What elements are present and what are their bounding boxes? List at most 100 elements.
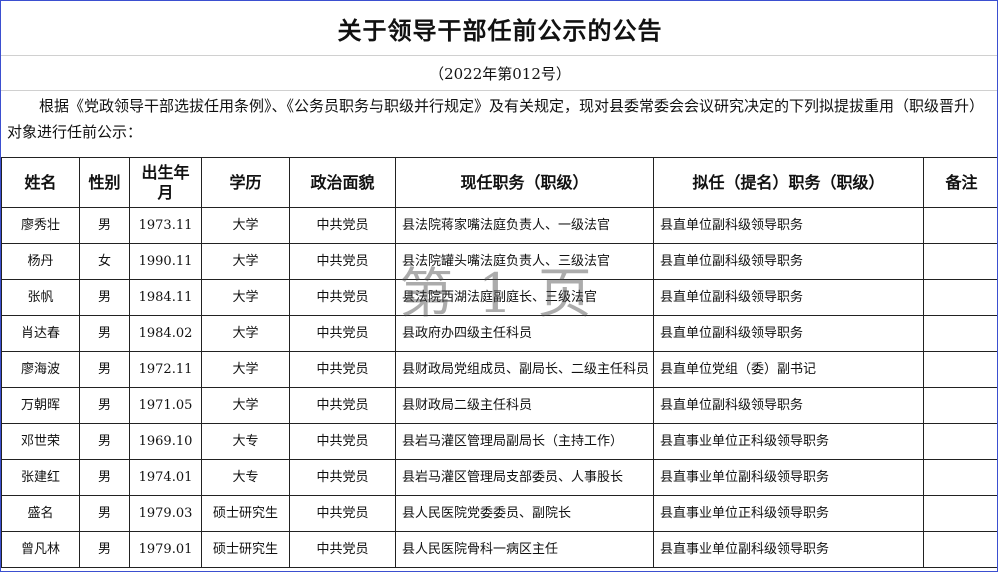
- cell-name: 廖海波: [1, 351, 80, 388]
- cell-education: 大学: [201, 207, 290, 244]
- table-row: 张帆男 1984.11 大学 中共党员 县法院西湖法庭副庭长、三级法官 县直单位副科级领导…: [1, 279, 997, 316]
- cell-gender: 男: [79, 459, 130, 496]
- cell-political-status: 中共党员: [289, 495, 396, 532]
- cell-proposed-position: 县直单位副科级领导职务: [653, 279, 924, 316]
- cell-political-status: 中共党员: [289, 315, 396, 352]
- cell-remarks: [923, 207, 997, 244]
- document-number: （2022年第012号）: [1, 56, 997, 91]
- table-row: 张建红男 1974.01 大专 中共党员 县岩马灌区管理局支部委员、人事股长 县直事业单位…: [1, 459, 997, 496]
- cell-birth: 1984.02: [129, 315, 202, 352]
- cell-political-status: 中共党员: [289, 459, 396, 496]
- cell-name: 曾凡林: [1, 531, 80, 568]
- cell-name: 张建红: [1, 459, 80, 496]
- cell-education: 大学: [201, 315, 290, 352]
- header-education: 学历: [201, 157, 290, 208]
- cell-proposed-position: 县直事业单位正科级领导职务: [653, 495, 924, 532]
- header-current-position: 现任职务（职级）: [395, 157, 654, 208]
- cell-gender: 男: [79, 279, 130, 316]
- cell-name: 廖秀壮: [1, 207, 80, 244]
- cell-birth: 1972.11: [129, 351, 202, 388]
- document-sheet: 关于领导干部任前公示的公告 （2022年第012号） 根据《党政领导干部选拔任用…: [0, 0, 998, 572]
- cell-proposed-position: 县直单位副科级领导职务: [653, 207, 924, 244]
- cell-remarks: [923, 459, 997, 496]
- cell-current-position: 县岩马灌区管理局支部委员、人事股长: [395, 459, 654, 496]
- cell-current-position: 县财政局二级主任科员: [395, 387, 654, 424]
- cell-name: 张帆: [1, 279, 80, 316]
- cell-remarks: [923, 531, 997, 568]
- cell-current-position: 县岩马灌区管理局副局长（主持工作）: [395, 423, 654, 460]
- cell-birth: 1979.01: [129, 531, 202, 568]
- table-row: 万朝晖男 1971.05 大学 中共党员 县财政局二级主任科员 县直单位副科级领导职务: [1, 387, 997, 424]
- cell-political-status: 中共党员: [289, 531, 396, 568]
- cell-gender: 男: [79, 531, 130, 568]
- cell-proposed-position: 县直事业单位副科级领导职务: [653, 531, 924, 568]
- cell-education: 大专: [201, 459, 290, 496]
- header-proposed-position: 拟任（提名）职务（职级）: [653, 157, 924, 208]
- cell-birth: 1971.05: [129, 387, 202, 424]
- cell-birth: 1984.11: [129, 279, 202, 316]
- cell-birth: 1979.03: [129, 495, 202, 532]
- cell-education: 大学: [201, 243, 290, 280]
- cell-remarks: [923, 351, 997, 388]
- table-row: 曾凡林男 1979.01 硕士研究生 中共党员 县人民医院骨科一病区主任 县直事业单位副科…: [1, 531, 997, 568]
- cell-current-position: 县法院蒋家嘴法庭负责人、一级法官: [395, 207, 654, 244]
- table-row: 邓世荣男 1969.10 大专 中共党员 县岩马灌区管理局副局长（主持工作） 县直事业单位…: [1, 423, 997, 460]
- table-row: 杨丹女 1990.11 大学 中共党员 县法院罐头嘴法庭负责人、三级法官 县直单位副科级领…: [1, 243, 997, 280]
- cell-gender: 男: [79, 423, 130, 460]
- cell-remarks: [923, 279, 997, 316]
- cell-gender: 女: [79, 243, 130, 280]
- table-row: 廖海波男 1972.11 大学 中共党员 县财政局党组成员、副局长、二级主任科员 县直单位…: [1, 351, 997, 388]
- cell-name: 肖达春: [1, 315, 80, 352]
- intro-paragraph: 根据《党政领导干部选拔任用条例》、《公务员职务与职级并行规定》及有关规定，现对县…: [7, 97, 985, 141]
- cell-political-status: 中共党员: [289, 207, 396, 244]
- cell-remarks: [923, 315, 997, 352]
- cell-gender: 男: [79, 315, 130, 352]
- cell-remarks: [923, 243, 997, 280]
- cell-name: 万朝晖: [1, 387, 80, 424]
- table-row: 肖达春男 1984.02 大学 中共党员 县政府办四级主任科员 县直单位副科级领导职务: [1, 315, 997, 352]
- cell-gender: 男: [79, 387, 130, 424]
- cell-political-status: 中共党员: [289, 279, 396, 316]
- candidate-table: 姓名 性别 出生年月 学历 政治面貌 现任职务（职级） 拟任（提名）职务（职级）…: [1, 157, 997, 568]
- cell-proposed-position: 县直单位党组（委）副书记: [653, 351, 924, 388]
- cell-gender: 男: [79, 351, 130, 388]
- table-row: 廖秀壮男 1973.11 大学 中共党员 县法院蒋家嘴法庭负责人、一级法官 县直单位副科级…: [1, 207, 997, 244]
- cell-political-status: 中共党员: [289, 423, 396, 460]
- cell-current-position: 县人民医院骨科一病区主任: [395, 531, 654, 568]
- cell-current-position: 县人民医院党委委员、副院长: [395, 495, 654, 532]
- cell-current-position: 县法院西湖法庭副庭长、三级法官: [395, 279, 654, 316]
- header-name: 姓名: [1, 157, 80, 208]
- cell-political-status: 中共党员: [289, 243, 396, 280]
- cell-current-position: 县政府办四级主任科员: [395, 315, 654, 352]
- cell-proposed-position: 县直单位副科级领导职务: [653, 387, 924, 424]
- cell-current-position: 县法院罐头嘴法庭负责人、三级法官: [395, 243, 654, 280]
- cell-gender: 男: [79, 495, 130, 532]
- table-row: 盛名男 1979.03 硕士研究生 中共党员 县人民医院党委委员、副院长 县直事业单位正科…: [1, 495, 997, 532]
- cell-education: 硕士研究生: [201, 495, 290, 532]
- cell-name: 邓世荣: [1, 423, 80, 460]
- header-political-status: 政治面貌: [289, 157, 396, 208]
- header-remarks: 备注: [923, 157, 997, 208]
- header-gender: 性别: [79, 157, 130, 208]
- cell-birth: 1969.10: [129, 423, 202, 460]
- cell-birth: 1974.01: [129, 459, 202, 496]
- cell-current-position: 县财政局党组成员、副局长、二级主任科员: [395, 351, 654, 388]
- table-header-row: 姓名 性别 出生年月 学历 政治面貌 现任职务（职级） 拟任（提名）职务（职级）…: [1, 157, 997, 208]
- cell-remarks: [923, 387, 997, 424]
- cell-education: 大学: [201, 387, 290, 424]
- cell-birth: 1973.11: [129, 207, 202, 244]
- cell-remarks: [923, 423, 997, 460]
- cell-gender: 男: [79, 207, 130, 244]
- cell-proposed-position: 县直事业单位正科级领导职务: [653, 423, 924, 460]
- cell-education: 大学: [201, 351, 290, 388]
- cell-name: 盛名: [1, 495, 80, 532]
- cell-political-status: 中共党员: [289, 387, 396, 424]
- header-birth: 出生年月: [129, 157, 202, 208]
- cell-birth: 1990.11: [129, 243, 202, 280]
- cell-education: 大学: [201, 279, 290, 316]
- document-title: 关于领导干部任前公示的公告: [1, 1, 997, 56]
- cell-name: 杨丹: [1, 243, 80, 280]
- cell-education: 大专: [201, 423, 290, 460]
- cell-political-status: 中共党员: [289, 351, 396, 388]
- cell-proposed-position: 县直事业单位副科级领导职务: [653, 459, 924, 496]
